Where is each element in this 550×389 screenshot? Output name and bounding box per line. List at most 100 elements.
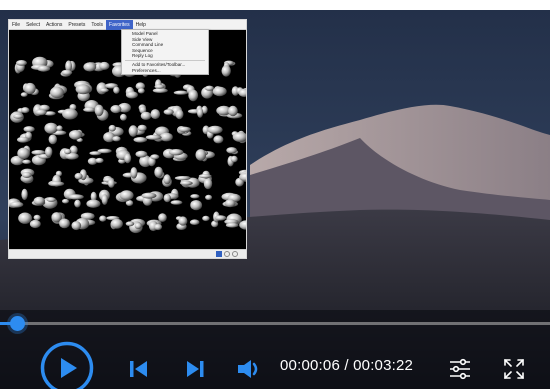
- surface-blob: [130, 167, 138, 179]
- surface-blob: [17, 147, 30, 159]
- surface-blob: [24, 82, 36, 95]
- time-display: 00:00:06 / 00:03:22: [280, 357, 413, 374]
- app-window-overlay: File Select Actions Presets Tools Favori…: [8, 19, 247, 259]
- surface-blob: [137, 124, 147, 132]
- surface-blob: [95, 157, 104, 164]
- surface-blob: [163, 194, 171, 203]
- skip-next-icon: [187, 361, 204, 377]
- next-button[interactable]: [184, 359, 206, 379]
- surface-blob: [74, 172, 83, 180]
- surface-blob: [94, 104, 104, 117]
- surface-blob: [21, 188, 28, 201]
- surface-blob: [152, 88, 168, 93]
- surface-blob: [110, 218, 123, 229]
- surface-blob: [140, 111, 152, 120]
- surface-blob: [22, 159, 31, 164]
- surface-blob: [83, 107, 96, 112]
- favorites-dropdown: Model Panel Side View Command Line Seque…: [121, 29, 209, 76]
- surface-blob: [62, 108, 78, 120]
- surface-blob: [124, 153, 132, 164]
- surface-blob: [150, 109, 161, 120]
- video-frame[interactable]: File Select Actions Presets Tools Favori…: [0, 10, 550, 389]
- surface-blob: [158, 213, 167, 222]
- surface-blob: [207, 125, 223, 134]
- surface-blob: [230, 155, 238, 163]
- volume-button[interactable]: [236, 358, 262, 380]
- previous-button[interactable]: [128, 359, 150, 379]
- surface-blob: [135, 150, 148, 158]
- surface-blob: [69, 130, 82, 140]
- surface-blob: [119, 190, 134, 201]
- surface-blob: [228, 105, 238, 117]
- surface-blob: [107, 178, 115, 188]
- surface-blob: [62, 198, 69, 204]
- surface-blob: [174, 176, 191, 181]
- surface-blob: [170, 200, 183, 205]
- dropdown-item: Reply Log: [132, 53, 153, 59]
- surface-blob: [154, 223, 163, 231]
- play-icon: [40, 341, 94, 389]
- status-icon: [216, 251, 222, 257]
- surface-blob: [35, 109, 47, 116]
- surface-blob: [178, 216, 188, 226]
- surface-blob: [189, 219, 200, 225]
- surface-blob: [225, 222, 239, 228]
- settings-button[interactable]: [448, 357, 472, 381]
- surface-blob: [64, 148, 72, 155]
- fullscreen-button[interactable]: [502, 357, 526, 381]
- surface-blob: [59, 218, 70, 229]
- surface-blob: [212, 86, 227, 97]
- seek-track[interactable]: [0, 322, 550, 325]
- surface-blob: [145, 134, 162, 140]
- surface-blob: [71, 221, 82, 231]
- surface-blob: [203, 178, 213, 190]
- surface-blob: [128, 125, 138, 137]
- surface-blob: [178, 126, 191, 132]
- surface-blob: [190, 194, 200, 199]
- surface-blob: [49, 181, 65, 187]
- surface-blob: [221, 65, 231, 77]
- surface-blob: [83, 62, 97, 72]
- surface-blob: [198, 174, 212, 179]
- surface-blob: [175, 109, 184, 120]
- surface-blob: [18, 212, 32, 224]
- menu-file: File: [12, 21, 21, 28]
- play-button[interactable]: [40, 341, 94, 389]
- surface-blob: [188, 89, 199, 102]
- surface-blob: [112, 136, 121, 142]
- surface-blob: [108, 124, 116, 132]
- surface-blob: [37, 65, 51, 72]
- surface-blob: [21, 107, 30, 114]
- surface-blob: [213, 135, 224, 144]
- surface-blob: [125, 91, 138, 99]
- surface-blob: [154, 84, 165, 89]
- surface-blob: [190, 200, 203, 211]
- menu-presets: Presets: [68, 21, 86, 28]
- surface-blob: [101, 194, 108, 205]
- volume-icon: [238, 360, 258, 378]
- seek-bar[interactable]: [0, 316, 550, 331]
- surface-blob: [141, 192, 157, 199]
- surface-blob: [56, 125, 63, 131]
- menu-select: Select: [26, 21, 40, 28]
- seek-handle[interactable]: [9, 316, 25, 331]
- skip-previous-icon: [130, 361, 147, 377]
- surface-blob: [99, 88, 109, 93]
- surface-blob: [13, 114, 24, 119]
- menu-favorites: Favorites: [106, 19, 133, 30]
- surface-blob: [214, 215, 227, 221]
- menu-tools: Tools: [91, 21, 104, 28]
- surface-blob: [160, 132, 173, 142]
- current-time: 00:00:06: [280, 357, 340, 374]
- surface-blob: [202, 215, 210, 222]
- surface-blob: [23, 126, 35, 133]
- surface-blob: [226, 147, 238, 154]
- surface-blob: [45, 146, 53, 158]
- surface-blob: [110, 105, 122, 114]
- surface-blob: [17, 136, 30, 143]
- surface-blob: [113, 86, 120, 94]
- surface-blob: [168, 149, 184, 156]
- surface-blob: [68, 194, 84, 200]
- surface-blob: [133, 137, 148, 143]
- dropdown-item: Preferences...: [132, 67, 161, 73]
